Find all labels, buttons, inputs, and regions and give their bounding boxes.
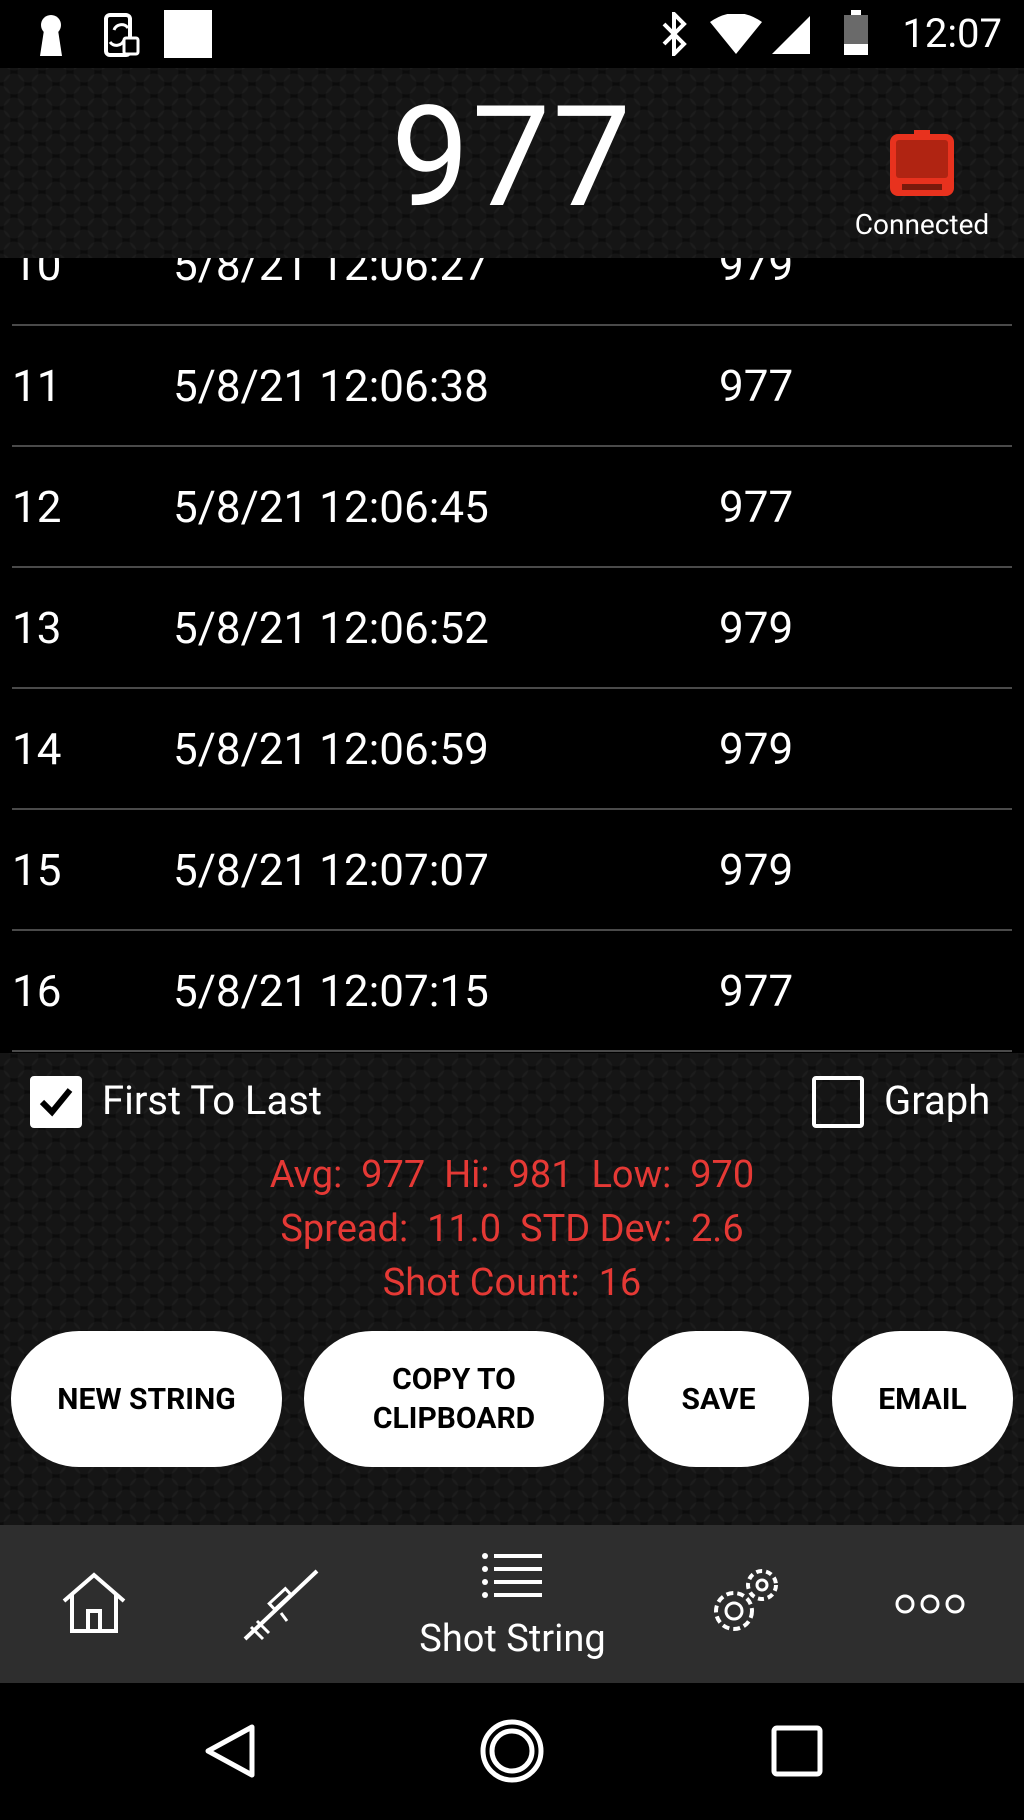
shot-count-label: Shot Count: [382,1261,580,1305]
more-icon [895,1594,965,1614]
save-label: SAVE [681,1381,756,1417]
screen-rotate-icon [104,13,140,57]
bluetooth-icon [662,12,687,56]
gears-icon [714,1569,778,1631]
shot-velocity: 979 [719,723,794,775]
hi-label: Hi: [444,1153,490,1197]
status-bar: 12:07 [0,0,1024,68]
spread-value: 11.0 [427,1207,502,1251]
shot-timestamp: 5/8/21 12:07:15 [173,965,489,1017]
nav-settings[interactable] [670,1525,820,1683]
shot-timestamp: 5/8/21 12:07:07 [173,844,489,896]
table-row[interactable]: 16 5/8/21 12:07:15 977 [12,929,1012,1052]
graph-label: Graph [884,1077,991,1124]
stats-line-2: Spread: 11.0 STD Dev: 2.6 [0,1207,1024,1251]
clock: 12:07 [902,10,1002,57]
shot-timestamp: 5/8/21 12:06:27 [173,258,489,291]
device-status[interactable]: Connected [832,128,1012,241]
nav-more[interactable] [860,1525,1000,1683]
stats-line-3: Shot Count: 16 [0,1261,1024,1305]
rifle-icon [243,1569,319,1641]
shot-velocity: 977 [719,965,794,1017]
battery-icon [844,10,868,55]
back-icon[interactable] [200,1721,260,1781]
bottom-nav: Shot String [0,1525,1024,1683]
list-icon [482,1553,542,1598]
shot-velocity: 977 [719,481,794,533]
app-screen: 12:07 977 Connected 10 5/8/21 12:06:27 979… [0,0,1024,1820]
first-to-last-checkbox[interactable] [30,1076,82,1128]
device-status-label: Connected [854,208,990,241]
shot-timestamp: 5/8/21 12:06:45 [173,481,489,533]
email-label: EMAIL [878,1381,967,1417]
shot-number: 16 [12,965,62,1017]
nav-shot-string[interactable]: Shot String [380,1525,645,1683]
home-icon [62,1572,126,1633]
home-circle-icon[interactable] [479,1718,545,1784]
shot-number: 12 [12,481,62,533]
stats-line-1: Avg: 977 Hi: 981 Low: 970 [0,1153,1024,1197]
copy-to-clipboard-button[interactable]: COPY TO CLIPBOARD [304,1331,604,1467]
notification-square-icon [164,10,212,58]
shot-number: 13 [12,602,62,654]
std-label: STD Dev: [520,1207,673,1251]
table-row[interactable]: 11 5/8/21 12:06:38 977 [12,324,1012,447]
shot-number: 15 [12,844,62,896]
shot-count-value: 16 [598,1261,642,1305]
shot-velocity: 979 [719,844,794,896]
nav-active-label: Shot String [419,1617,606,1661]
checkmark-icon [39,1088,73,1117]
system-nav-bar [0,1683,1024,1820]
copy-label-line2: CLIPBOARD [372,1401,536,1436]
new-string-button[interactable]: NEW STRING [11,1331,282,1467]
options-row: First To Last Graph [0,1060,1024,1140]
shot-timestamp: 5/8/21 12:06:52 [173,602,489,654]
shot-number: 10 [12,258,62,291]
spread-label: Spread: [280,1207,409,1251]
recents-icon[interactable] [771,1725,823,1777]
avg-value: 977 [361,1153,426,1197]
nav-rifle[interactable] [205,1525,355,1683]
copy-label-line1: COPY TO [392,1362,516,1397]
wifi-icon [710,14,762,54]
first-to-last-toggle[interactable]: First To Last [30,1076,330,1136]
nav-home[interactable] [20,1525,170,1683]
table-row[interactable]: 10 5/8/21 12:06:27 979 [12,258,1012,326]
new-string-label: NEW STRING [57,1381,236,1417]
shot-number: 11 [12,360,62,412]
graph-toggle[interactable]: Graph [812,1076,1012,1136]
avg-label: Avg: [269,1153,343,1197]
low-value: 970 [690,1153,755,1197]
hi-value: 981 [508,1153,573,1197]
table-row[interactable]: 15 5/8/21 12:07:07 979 [12,808,1012,931]
save-button[interactable]: SAVE [628,1331,809,1467]
std-value: 2.6 [690,1207,744,1251]
email-button[interactable]: EMAIL [832,1331,1013,1467]
shot-velocity: 977 [719,360,794,412]
shot-timestamp: 5/8/21 12:06:59 [173,723,489,775]
first-to-last-label: First To Last [102,1077,322,1124]
shot-velocity: 979 [719,602,794,654]
shot-timestamp: 5/8/21 12:06:38 [173,360,489,412]
header: 977 Connected [0,68,1024,258]
table-row[interactable]: 12 5/8/21 12:06:45 977 [12,445,1012,568]
keyhole-icon [40,15,62,56]
table-row[interactable]: 13 5/8/21 12:06:52 979 [12,566,1012,689]
shot-velocity: 979 [719,258,794,291]
graph-checkbox[interactable] [812,1076,864,1128]
low-label: Low: [591,1153,672,1197]
cell-signal-icon [772,16,810,54]
shot-number: 14 [12,723,62,775]
chronograph-device-icon [890,130,954,196]
shot-list[interactable]: 10 5/8/21 12:06:27 979 11 5/8/21 12:06:38 977… [0,258,1024,1053]
table-row[interactable]: 14 5/8/21 12:06:59 979 [12,687,1012,810]
